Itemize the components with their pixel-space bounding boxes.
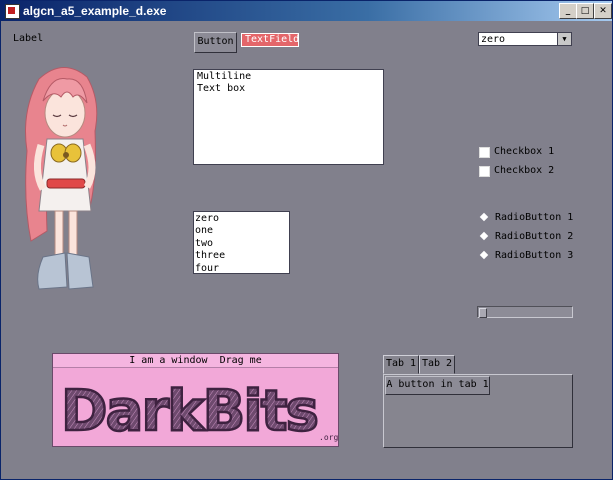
dropdown-widget[interactable]: zero ▼ xyxy=(478,32,572,46)
radio-label: RadioButton 2 xyxy=(495,231,574,242)
list-item[interactable]: one xyxy=(195,225,288,237)
list-item[interactable]: two xyxy=(195,238,288,250)
character-sprite xyxy=(25,67,98,290)
window-title: algcn_a5_example_d.exe xyxy=(23,4,167,18)
drag-window[interactable]: I am a window Drag me DarkBits .org xyxy=(52,353,339,447)
list-item[interactable]: four xyxy=(195,263,288,275)
radio-label: RadioButton 1 xyxy=(495,212,574,223)
tab-2[interactable]: Tab 2 xyxy=(419,355,455,374)
diamond-radio-icon[interactable] xyxy=(479,212,489,222)
checkbox-label: Checkbox 2 xyxy=(494,165,555,176)
app-icon[interactable] xyxy=(5,4,20,19)
darkbits-logo: DarkBits .org xyxy=(60,378,338,446)
drag-window-body: DarkBits .org xyxy=(53,368,338,446)
tab-1[interactable]: Tab 1 xyxy=(383,355,419,374)
button-widget[interactable]: Button xyxy=(194,32,237,53)
list-item[interactable]: three xyxy=(195,250,288,262)
app-window: algcn_a5_example_d.exe _ □ ✕ Label Butto… xyxy=(0,0,613,480)
minimize-button[interactable]: _ xyxy=(559,3,577,19)
diamond-radio-icon[interactable] xyxy=(479,250,489,260)
listbox-widget[interactable]: zero one two three four xyxy=(193,211,290,274)
slider-thumb[interactable] xyxy=(479,308,487,318)
tab-panel-button[interactable]: A button in tab 1 xyxy=(385,376,490,395)
multiline-textbox[interactable]: Multiline Text box xyxy=(193,69,384,165)
slider-track[interactable] xyxy=(477,306,573,318)
close-button[interactable]: ✕ xyxy=(594,3,612,19)
title-bar[interactable]: algcn_a5_example_d.exe _ □ ✕ xyxy=(1,1,612,21)
dropdown-value: zero xyxy=(481,34,506,45)
list-item[interactable]: zero xyxy=(195,213,288,225)
logo-text: DarkBits xyxy=(61,379,319,444)
checkbox-label: Checkbox 1 xyxy=(494,146,555,157)
checkbox-box[interactable] xyxy=(479,147,490,158)
chevron-down-icon[interactable]: ▼ xyxy=(557,33,571,45)
label-widget: Label xyxy=(13,33,44,44)
drag-window-title[interactable]: I am a window Drag me xyxy=(53,354,338,368)
logo-suffix: .org xyxy=(319,433,338,442)
tab-panel: A button in tab 1 xyxy=(383,374,573,448)
maximize-button[interactable]: □ xyxy=(576,3,594,19)
checkbox-box[interactable] xyxy=(479,166,490,177)
client-area: Label Button TextField zero ▼ Multiline … xyxy=(1,21,612,479)
diamond-radio-icon[interactable] xyxy=(479,231,489,241)
textfield-widget[interactable]: TextField xyxy=(241,33,299,47)
radio-label: RadioButton 3 xyxy=(495,250,574,261)
